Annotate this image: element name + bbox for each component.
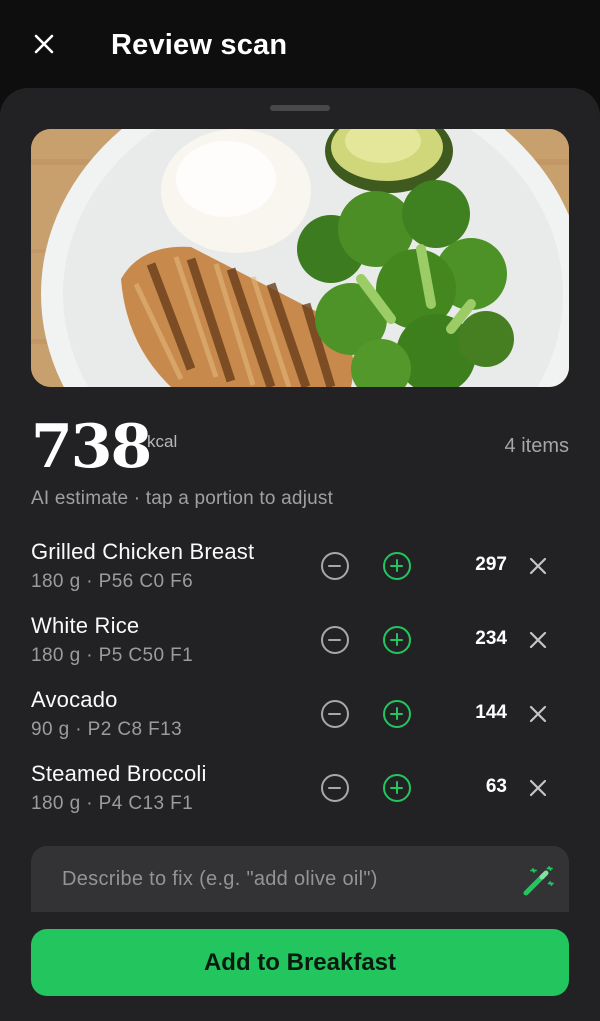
food-item-row[interactable]: Avocado 90 g · P2 C8 F13 144 xyxy=(0,680,600,754)
meal-photo xyxy=(31,129,569,387)
close-icon xyxy=(529,705,547,723)
close-icon xyxy=(34,34,54,54)
food-items-list: Grilled Chicken Breast 180 g · P56 C0 F6… xyxy=(0,532,600,828)
items-count: 4 items xyxy=(504,435,569,457)
food-calories: 144 xyxy=(475,702,507,723)
food-portion-macros[interactable]: 90 g · P2 C8 F13 xyxy=(31,719,182,741)
remove-item-button[interactable] xyxy=(526,702,550,726)
food-portion-macros[interactable]: 180 g · P5 C50 F1 xyxy=(31,645,193,667)
food-calories: 234 xyxy=(475,628,507,649)
page-title: Review scan xyxy=(111,29,288,61)
increase-portion-button[interactable] xyxy=(383,552,411,580)
decrease-portion-button[interactable] xyxy=(321,700,349,728)
total-calories: 738 xyxy=(31,412,152,482)
food-calories: 297 xyxy=(475,554,507,575)
increase-portion-button[interactable] xyxy=(383,774,411,802)
sheet-drag-handle[interactable] xyxy=(270,105,330,111)
fix-description-field[interactable] xyxy=(31,846,569,912)
food-name[interactable]: White Rice xyxy=(31,613,139,639)
food-item-row[interactable]: Grilled Chicken Breast 180 g · P56 C0 F6… xyxy=(0,532,600,606)
food-portion-macros[interactable]: 180 g · P4 C13 F1 xyxy=(31,793,193,815)
food-portion-macros[interactable]: 180 g · P56 C0 F6 xyxy=(31,571,193,593)
close-button[interactable] xyxy=(26,26,62,62)
close-icon xyxy=(529,557,547,575)
magic-wand-icon xyxy=(523,866,554,896)
fix-description-input[interactable] xyxy=(62,846,502,912)
food-name[interactable]: Steamed Broccoli xyxy=(31,761,207,787)
increase-portion-button[interactable] xyxy=(383,626,411,654)
decrease-portion-button[interactable] xyxy=(321,626,349,654)
remove-item-button[interactable] xyxy=(526,776,550,800)
food-name[interactable]: Grilled Chicken Breast xyxy=(31,539,254,565)
close-icon xyxy=(529,779,547,797)
top-bar: Review scan xyxy=(0,0,600,88)
add-to-meal-label: Add to Breakfast xyxy=(203,948,397,976)
food-item-row[interactable]: White Rice 180 g · P5 C50 F1 234 xyxy=(0,606,600,680)
calories-unit: kcal xyxy=(147,432,178,451)
food-name[interactable]: Avocado xyxy=(31,687,118,713)
remove-item-button[interactable] xyxy=(526,628,550,652)
increase-portion-button[interactable] xyxy=(383,700,411,728)
decrease-portion-button[interactable] xyxy=(321,552,349,580)
food-calories: 63 xyxy=(485,776,507,797)
estimate-hint: AI estimate · tap a portion to adjust xyxy=(31,488,334,509)
food-item-row[interactable]: Steamed Broccoli 180 g · P4 C13 F1 63 xyxy=(0,754,600,828)
remove-item-button[interactable] xyxy=(526,554,550,578)
review-sheet: 738 kcal 4 items AI estimate · tap a por… xyxy=(0,88,600,1021)
add-to-meal-button[interactable]: Add to Breakfast xyxy=(31,929,569,996)
close-icon xyxy=(529,631,547,649)
decrease-portion-button[interactable] xyxy=(321,774,349,802)
apply-fix-button[interactable] xyxy=(521,866,555,896)
